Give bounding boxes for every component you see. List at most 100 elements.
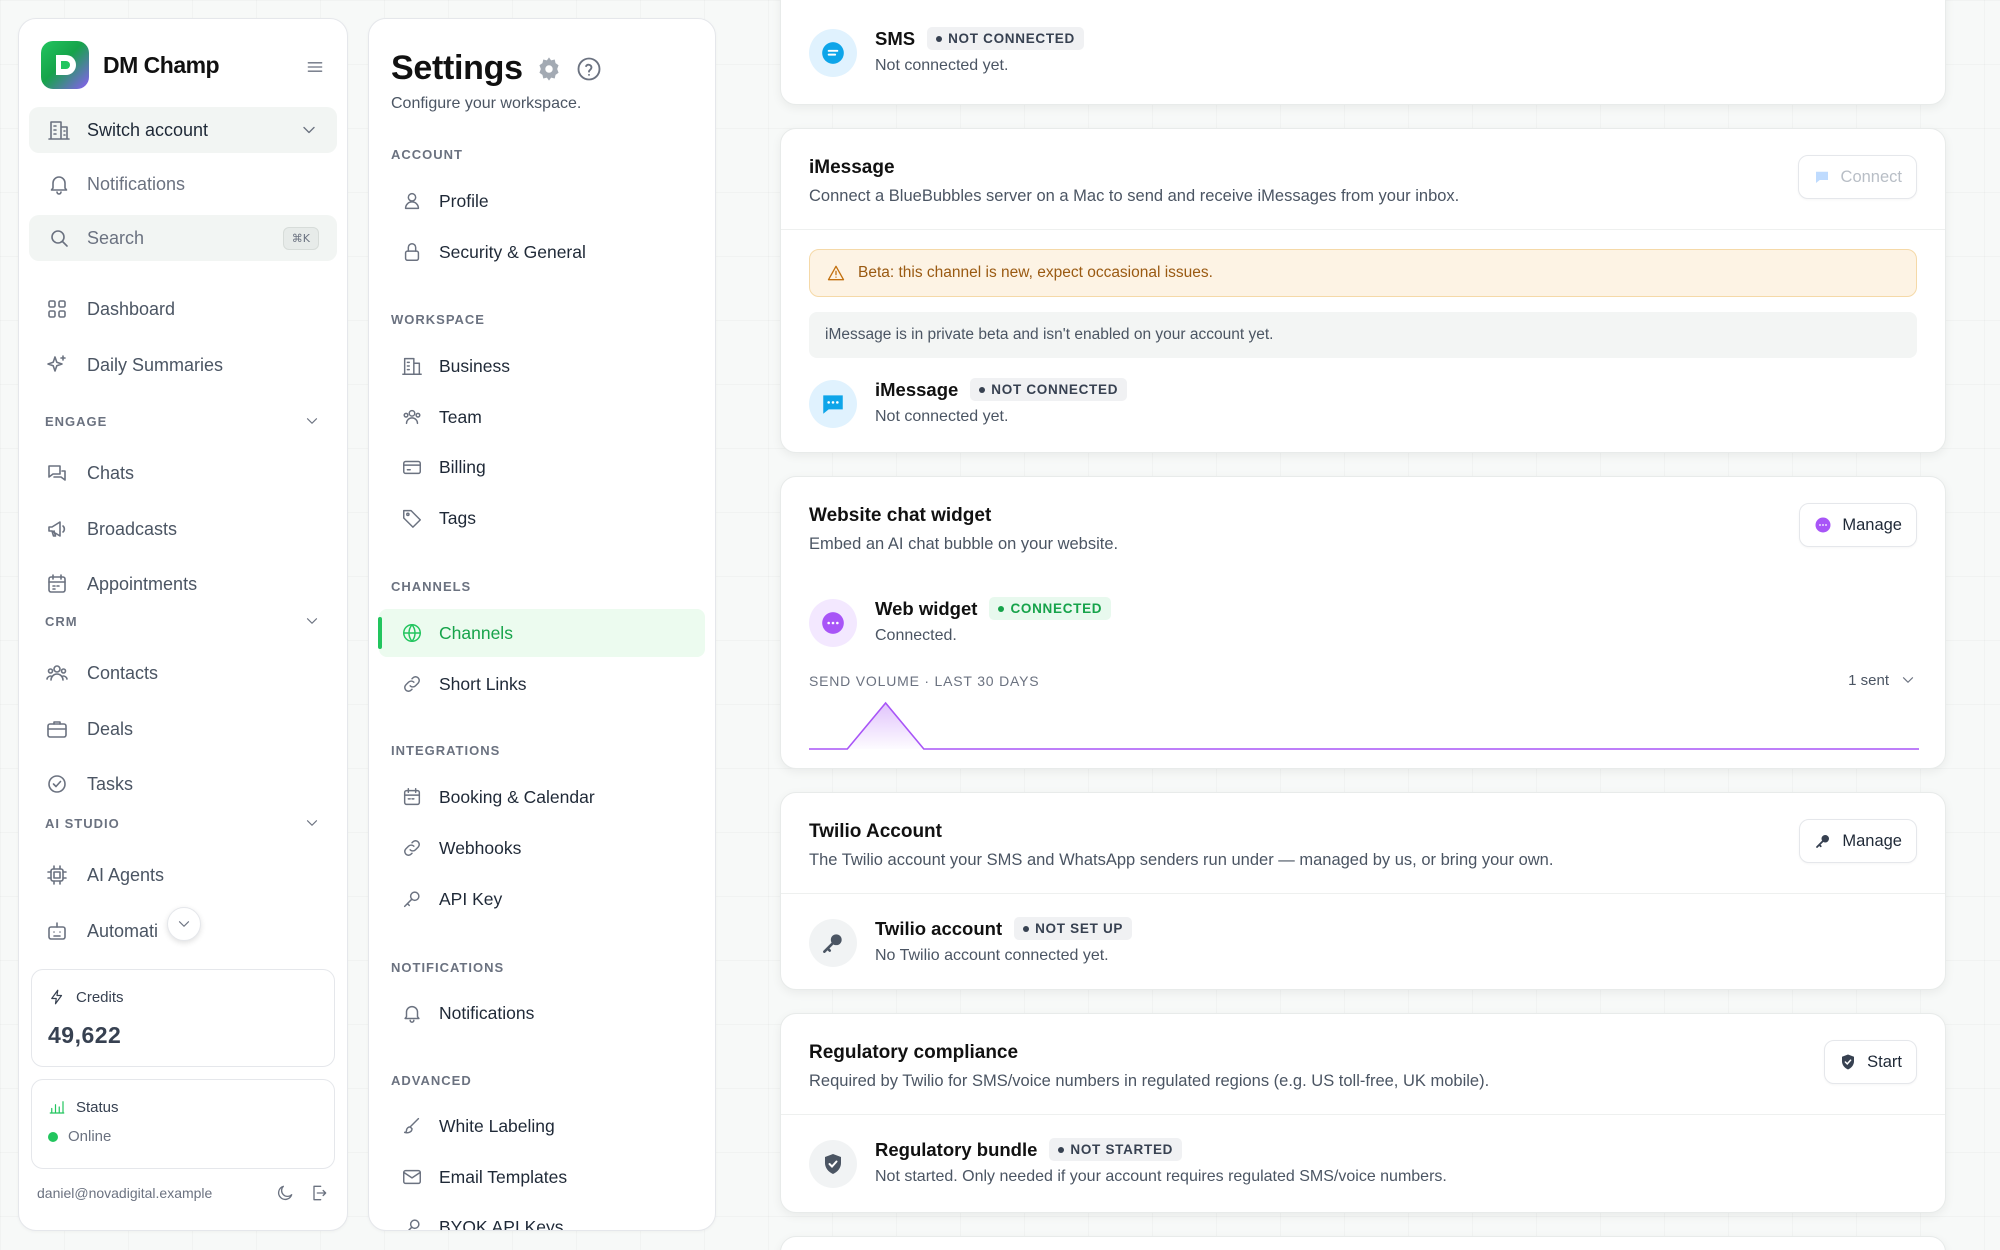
channels-label: Channels — [439, 622, 513, 643]
settings-item-webhooks[interactable]: Webhooks — [379, 824, 705, 872]
sidebar-item-appointments[interactable]: Appointments — [45, 564, 327, 604]
status-card[interactable]: Status Online — [31, 1079, 335, 1169]
status-badge: NOT SET UP — [1014, 917, 1133, 940]
beta-warning-text: Beta: this channel is new, expect occasi… — [858, 264, 1213, 281]
search-icon — [51, 230, 68, 247]
status-label-row: Status — [48, 1098, 119, 1116]
logout-icon[interactable] — [309, 1183, 329, 1203]
manage-twilio-button[interactable]: Manage — [1799, 819, 1917, 863]
send-volume-label: SEND VOLUME · LAST 30 DAYS — [809, 673, 1040, 689]
megaphone-icon — [48, 521, 66, 537]
billing-label: Billing — [439, 456, 486, 477]
help-icon[interactable] — [575, 55, 603, 83]
start-button[interactable]: Start — [1824, 1040, 1917, 1084]
menu-icon[interactable] — [305, 57, 325, 77]
settings-item-profile[interactable]: Profile — [379, 177, 705, 225]
mail-icon — [403, 1169, 421, 1185]
lightning-icon — [51, 989, 63, 1005]
chevron-down-icon — [306, 820, 318, 826]
section-engage[interactable]: ENGAGE — [45, 409, 321, 433]
settings-item-white-labeling[interactable]: White Labeling — [379, 1102, 705, 1150]
badge-text: NOT STARTED — [1070, 1142, 1174, 1157]
sidebar-item-dashboard[interactable]: Dashboard — [45, 289, 327, 329]
chevron-down-icon — [306, 418, 318, 424]
manage-widget-button[interactable]: Manage — [1799, 503, 1917, 547]
daily-summaries-label: Daily Summaries — [87, 354, 224, 375]
badge-text: NOT SET UP — [1035, 921, 1124, 936]
settings-item-byok[interactable]: BYOK API Keys — [379, 1203, 705, 1230]
private-beta-note: iMessage is in private beta and isn't en… — [809, 312, 1917, 358]
sidebar-item-daily-summaries[interactable]: Daily Summaries — [45, 345, 327, 385]
sidebar-item-ai-agents[interactable]: AI Agents — [45, 855, 327, 895]
settings-item-team[interactable]: Team — [379, 393, 705, 441]
page-title: Settings — [391, 49, 523, 87]
sidebar-item-contacts[interactable]: Contacts — [45, 653, 327, 693]
briefcase-icon — [47, 721, 67, 738]
switch-account-button[interactable]: Switch account — [29, 107, 337, 153]
connect-button[interactable]: Connect — [1797, 155, 1917, 199]
regulatory-channel-row: Regulatory bundle NOT STARTED Not starte… — [809, 1134, 1917, 1194]
settings-item-billing[interactable]: Billing — [379, 443, 705, 491]
imessage-name-row: iMessage NOT CONNECTED — [875, 378, 1128, 401]
sms-name: SMS — [875, 27, 916, 49]
scroll-down-button[interactable] — [167, 907, 201, 941]
settings-item-short-links[interactable]: Short Links — [379, 660, 705, 708]
user-icon — [404, 192, 420, 210]
bar-chart-icon — [49, 1101, 65, 1114]
key-icon — [407, 1219, 420, 1230]
badge-text: NOT CONNECTED — [948, 31, 1075, 46]
settings-item-notifications[interactable]: Notifications — [379, 989, 705, 1037]
sms-channel-row: SMS NOT CONNECTED Not connected yet. — [809, 23, 1917, 83]
sidebar-item-chats[interactable]: Chats — [45, 453, 327, 493]
webhooks-label: Webhooks — [439, 837, 522, 858]
widget-status: Connected. — [875, 627, 957, 644]
sidebar-item-deals[interactable]: Deals — [45, 709, 327, 749]
automations-label: Automati — [87, 920, 159, 941]
building-icon — [402, 357, 422, 375]
settings-item-channels[interactable]: Channels — [378, 609, 705, 657]
credit-card-icon — [403, 460, 421, 475]
twilio-status: No Twilio account connected yet. — [875, 947, 1109, 964]
twilio-description: The Twilio account your SMS and WhatsApp… — [809, 851, 1554, 869]
key-icon — [1816, 835, 1830, 848]
section-crm[interactable]: CRM — [45, 609, 321, 633]
sms-icon — [822, 42, 844, 64]
twilio-name: Twilio account — [875, 917, 1003, 939]
settings-item-booking[interactable]: Booking & Calendar — [379, 773, 705, 821]
email-templates-label: Email Templates — [439, 1166, 568, 1187]
settings-item-security[interactable]: Security & General — [379, 228, 705, 276]
settings-item-email-templates[interactable]: Email Templates — [379, 1153, 705, 1201]
dashboard-label: Dashboard — [87, 298, 176, 319]
shield-check-icon — [1842, 1054, 1855, 1070]
short-links-label: Short Links — [439, 673, 527, 694]
brand[interactable]: DM Champ — [41, 41, 220, 89]
calendar-icon — [48, 574, 66, 593]
user-email: daniel@novadigital.example — [37, 1185, 213, 1201]
credits-card[interactable]: Credits 49,622 — [31, 969, 335, 1067]
brush-icon — [403, 1117, 420, 1134]
key-icon — [403, 891, 420, 908]
imessage-channel-row: iMessage NOT CONNECTED Not connected yet… — [809, 374, 1917, 434]
sidebar-item-broadcasts[interactable]: Broadcasts — [45, 509, 327, 549]
next-card — [780, 1236, 1946, 1250]
status-value-row: Online — [48, 1128, 111, 1145]
imessage-status: Not connected yet. — [875, 408, 1009, 425]
building-icon — [48, 121, 70, 140]
send-volume-toggle[interactable]: 1 sent — [1848, 671, 1917, 689]
moon-icon[interactable] — [275, 1183, 295, 1203]
booking-label: Booking & Calendar — [439, 786, 595, 807]
divider — [781, 1114, 1945, 1115]
sms-card: SMS NOT CONNECTED Not connected yet. — [780, 0, 1946, 105]
grid-icon — [48, 300, 66, 318]
section-ai-studio[interactable]: AI STUDIO — [45, 811, 321, 835]
settings-item-business[interactable]: Business — [379, 342, 705, 390]
settings-item-tags[interactable]: Tags — [379, 494, 705, 542]
imessage-description: Connect a BlueBubbles server on a Mac to… — [809, 187, 1460, 205]
sidebar-item-tasks[interactable]: Tasks — [45, 764, 327, 804]
regulatory-description: Required by Twilio for SMS/voice numbers… — [809, 1072, 1490, 1090]
settings-item-api-key[interactable]: API Key — [379, 875, 705, 923]
regulatory-icon-wrap — [809, 1140, 857, 1188]
tags-label: Tags — [439, 507, 476, 528]
sidebar-item-notifications[interactable]: Notifications — [29, 161, 337, 207]
search-input[interactable]: Search ⌘K — [29, 215, 337, 261]
